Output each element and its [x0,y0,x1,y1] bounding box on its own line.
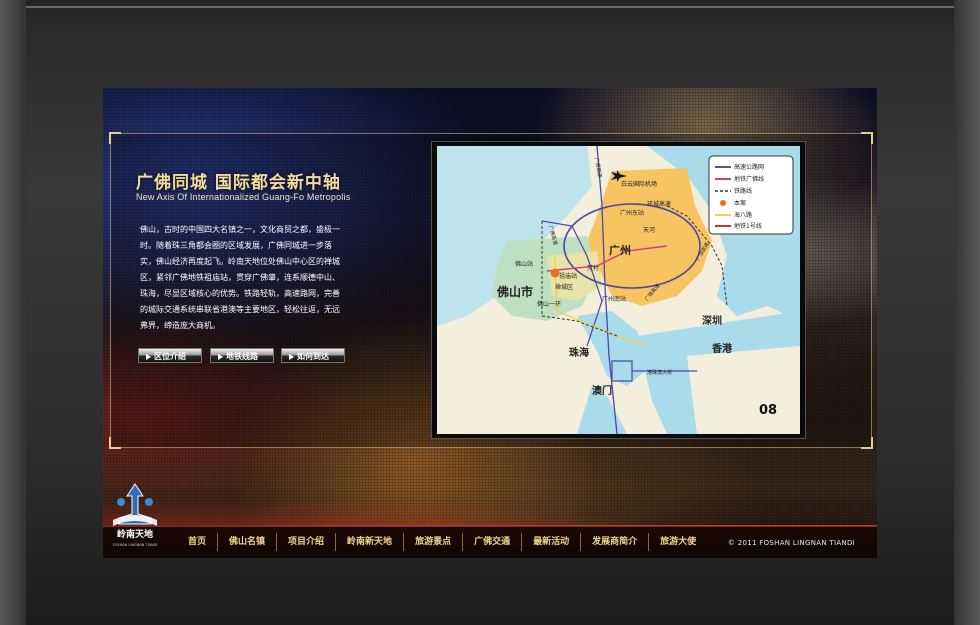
main-stage: 广佛同城 国际都会新中轴 New Axis Of Internationaliz… [103,88,877,558]
label-macau: 澳门 [592,384,612,397]
play-arrow-icon [146,353,151,360]
label-airport: 白云国际机场 [621,180,657,188]
legend-railway: 铁路线 [734,187,752,195]
left-bezel [0,0,26,625]
map-frame: 白云国际机场 环城高速 广州东站 天河 广州 佛山市 佛山站 祖庙站 禅城区 芳… [431,141,806,439]
metro-line-button[interactable]: 地铁线路 [210,348,274,363]
logo-subtext: FOSHAN LINGNAN TIANDI [113,543,158,547]
top-divider [26,6,954,8]
page-title: 广佛同城 国际都会新中轴 [136,173,341,193]
location-map: 白云国际机场 环城高速 广州东站 天河 广州 佛山市 佛山站 祖庙站 禅城区 芳… [437,146,800,434]
map-hk-land [687,346,800,434]
label-foshan-city: 佛山市 [496,284,533,299]
legend-guangfo-metro: 地铁广佛线 [734,175,764,183]
legend-highway: 高速公路网 [734,163,764,171]
play-arrow-icon [218,353,223,360]
label-guangzhou: 广州 [609,243,631,257]
intro-paragraph: 佛山，古时的中国四大名镇之一，文化商贸之都，盛极一时。随着珠三角都会圈的区域发展… [140,225,340,330]
nav-events[interactable]: 最新活动 [522,533,582,551]
nav-project-intro[interactable]: 项目介绍 [277,533,337,551]
map-legend: 高速公路网 地铁广佛线 铁路线 本案 海八路 地铁1号线 [708,155,794,235]
legend-haiba: 海八路 [734,211,752,219]
legend-project: 本案 [734,199,746,207]
label-gz-south: 广州南站 [602,295,626,303]
footer-nav: 首页 佛山名镇 项目介绍 岭南新天地 旅游景点 广佛交通 最新活动 发展商简介 … [177,533,707,551]
nav-home[interactable]: 首页 [177,533,219,551]
play-arrow-icon [289,353,294,360]
label-zumiao: 祖庙站 [559,272,577,280]
label-foshan-ring1: 佛山一环 [537,300,561,308]
label-shenzhen: 深圳 [702,314,722,327]
label-bridge: 港珠澳大桥 [647,369,672,376]
location-intro-button[interactable]: 区位介绍 [138,348,202,363]
label-hongkong: 香港 [712,342,733,355]
label-chancheng: 禅城区 [555,283,573,291]
nav-transport[interactable]: 广佛交通 [463,533,523,551]
label-fangcun: 芳村 [587,264,599,272]
logo-icon: 岭南天地 FOSHAN LINGNAN TIANDI [113,483,158,547]
legend-metro1: 地铁1号线 [734,222,762,230]
nav-ambassador[interactable]: 旅游大使 [649,533,707,551]
label-ring: 环城高速 [647,200,671,208]
nav-lingnan-tiandi[interactable]: 岭南新天地 [336,533,405,551]
label-gz-east: 广州东站 [620,209,644,217]
how-to-arrive-button[interactable]: 如何到达 [281,348,345,363]
right-bezel [954,0,980,625]
logo-text: 岭南天地 [117,528,153,540]
corner-tr [861,132,873,144]
page-subtitle: New Axis Of Internationalized Guang-Fo M… [136,192,351,202]
nav-foshan-town[interactable]: 佛山名镇 [218,533,278,551]
corner-bl [109,437,121,449]
copyright-text: © 2011 FOSHAN LINGNAN TIANDI [727,539,855,547]
label-tianhe: 天河 [643,226,655,234]
label-zhuhai: 珠海 [569,346,589,359]
label-foshan-station: 佛山站 [515,260,533,268]
corner-br [861,437,873,449]
nav-attractions[interactable]: 旅游景点 [404,533,464,551]
nav-developer[interactable]: 发展商简介 [581,533,650,551]
page-number: 08 [759,403,777,418]
footer-divider [163,525,877,526]
site-logo[interactable]: 岭南天地 FOSHAN LINGNAN TIANDI [107,480,163,552]
corner-tl [109,132,121,144]
